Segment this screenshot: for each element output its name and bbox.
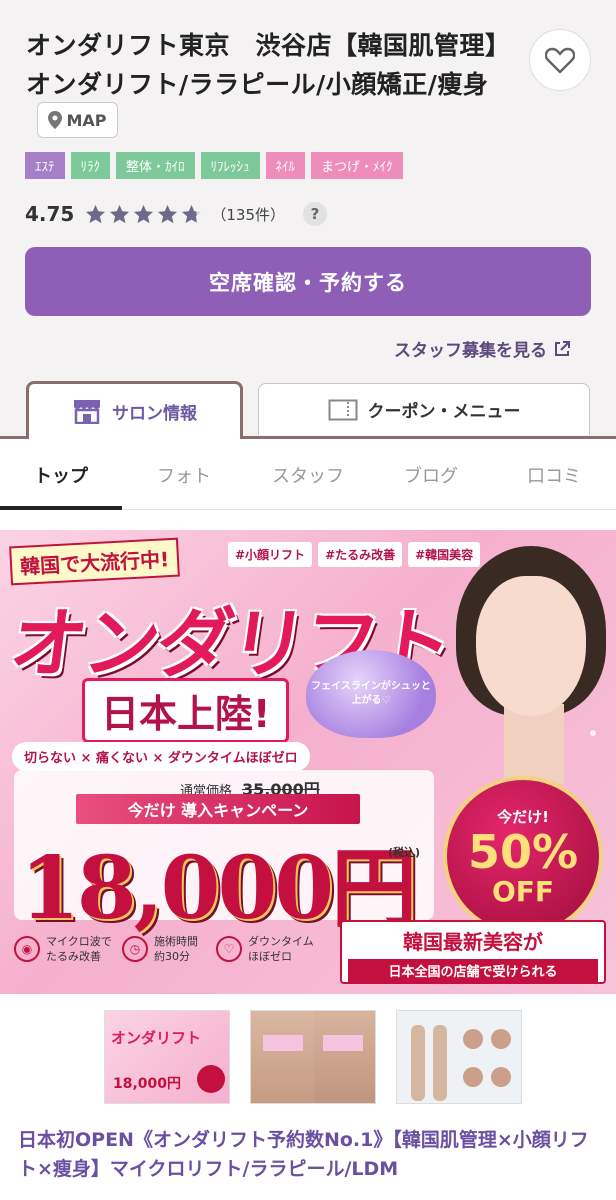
heart-icon <box>545 47 575 74</box>
subnav-active-indicator <box>0 506 122 510</box>
thumb-price: 18,000円 <box>113 1076 182 1092</box>
tab-coupon-menu-label: クーポン・メニュー <box>367 402 521 422</box>
salon-header: オンダリフト東京 渋谷店【韓国肌管理】オンダリフト/ララピール/小顔矯正/痩身 … <box>0 0 616 438</box>
clock-icon: ◷ <box>122 936 148 962</box>
star-icon <box>134 204 154 223</box>
sub-navigation: トップ フォト スタッフ ブログ 口コミ <box>0 439 616 510</box>
banner-trend-label: 韓国で大流行中! <box>9 537 181 586</box>
feature-label: 施術時間 約30分 <box>154 935 198 963</box>
banner-tax-note: (税込) <box>388 846 421 859</box>
banner-hashtag: #たるみ改善 <box>318 542 403 567</box>
rating-row: 4.75 （135件） ? <box>25 200 327 228</box>
staff-recruit-label: スタッフ募集を見る <box>394 341 547 361</box>
feature-time: ◷ 施術時間 約30分 <box>122 934 210 964</box>
banner-hashtags: #小顔リフト #たるみ改善 #韓国美容 <box>228 542 481 567</box>
banner-landing: 日本上陸! <box>82 678 290 743</box>
subnav-reviews[interactable]: 口コミ <box>492 439 616 510</box>
discount-percent: 50% <box>467 824 579 879</box>
coupon-icon <box>328 399 357 420</box>
tab-salon-info-label: サロン情報 <box>112 403 197 424</box>
tab-coupon-menu[interactable]: クーポン・メニュー <box>258 383 590 435</box>
model-photo <box>436 546 616 786</box>
external-link-icon <box>555 340 570 356</box>
category-tags: ｴｽﾃ ﾘﾗｸ 整体・ｶｲﾛ ﾘﾌﾚｯｼｭ ﾈｲﾙ まつげ・ﾒｲｸ <box>25 152 403 179</box>
tag-seitai[interactable]: 整体・ｶｲﾛ <box>116 152 195 179</box>
banner-heart-badge: フェイスラインがシュッと上がる♡ <box>306 650 436 738</box>
salon-title: オンダリフト東京 渋谷店【韓国肌管理】オンダリフト/ララピール/小顔矯正/痩身 <box>26 31 511 99</box>
korea-line2: 日本全国の店舗で受けられる <box>348 959 598 982</box>
map-label: MAP <box>66 110 107 130</box>
thumbnail-1[interactable]: オンダリフト 18,000円 <box>104 1010 230 1104</box>
shop-icon <box>74 400 100 424</box>
korea-line1: 韓国最新美容が <box>403 930 543 954</box>
subnav-top[interactable]: トップ <box>0 439 122 510</box>
rating-value: 4.75 <box>25 202 75 226</box>
star-icon <box>86 204 106 223</box>
subnav-staff[interactable]: スタッフ <box>246 439 370 510</box>
feature-microwave: ◉ マイクロ波で たるみ改善 <box>14 934 116 964</box>
star-icon <box>182 204 202 223</box>
discount-now: 今だけ! <box>497 807 549 826</box>
review-count[interactable]: （135件） <box>211 204 285 225</box>
star-icon <box>110 204 130 223</box>
staff-recruit-link[interactable]: スタッフ募集を見る <box>394 336 571 361</box>
star-icon <box>158 204 178 223</box>
banner-discount-badge: 今だけ! 50% OFF <box>443 776 603 936</box>
thumb-title: オンダリフト <box>111 1029 202 1047</box>
tag-refresh[interactable]: ﾘﾌﾚｯｼｭ <box>200 152 260 179</box>
subnav-photo[interactable]: フォト <box>122 439 246 510</box>
feature-downtime: ♡ ダウンタイム ほぼゼロ <box>216 934 328 964</box>
banner-korea-box: 韓国最新美容が 日本全国の店舗で受けられる <box>340 920 606 984</box>
favorite-button[interactable] <box>529 29 591 91</box>
map-button[interactable]: MAP <box>37 102 118 138</box>
subnav-blog[interactable]: ブログ <box>370 439 492 510</box>
thumbnail-3[interactable] <box>396 1010 522 1104</box>
feature-label: マイクロ波で たるみ改善 <box>46 935 112 963</box>
banner-hashtag: #小顔リフト <box>228 542 313 567</box>
microwave-icon: ◉ <box>14 936 40 962</box>
tag-matsuge[interactable]: まつげ・ﾒｲｸ <box>311 152 403 179</box>
banner-hashtag: #韓国美容 <box>408 542 481 567</box>
banner-points: 切らない × 痛くない × ダウンタイムほぼゼロ <box>12 742 310 771</box>
heart-outline-icon: ♡ <box>216 936 242 962</box>
tag-esthe[interactable]: ｴｽﾃ <box>25 152 65 179</box>
rating-stars <box>84 203 203 226</box>
campaign-banner[interactable]: 韓国で大流行中! #小顔リフト #たるみ改善 #韓国美容 オンダリフト 日本上陸… <box>0 530 616 994</box>
map-pin-icon <box>48 111 63 129</box>
tag-relax[interactable]: ﾘﾗｸ <box>70 152 110 179</box>
discount-off: OFF <box>491 874 555 908</box>
reserve-button[interactable]: 空席確認・予約する <box>25 247 591 316</box>
feature-label: ダウンタイム ほぼゼロ <box>248 935 314 963</box>
tag-nail[interactable]: ﾈｲﾙ <box>265 152 306 179</box>
thumbnail-2[interactable] <box>250 1010 376 1104</box>
photo-thumbnails: オンダリフト 18,000円 <box>104 1010 522 1104</box>
tab-salon-info[interactable]: サロン情報 <box>26 381 243 438</box>
help-icon[interactable]: ? <box>303 202 327 226</box>
salon-description[interactable]: 日本初OPEN《オンダリフト予約数No.1》【韓国肌管理×小顔リフト×瘦身】マイ… <box>18 1126 603 1184</box>
